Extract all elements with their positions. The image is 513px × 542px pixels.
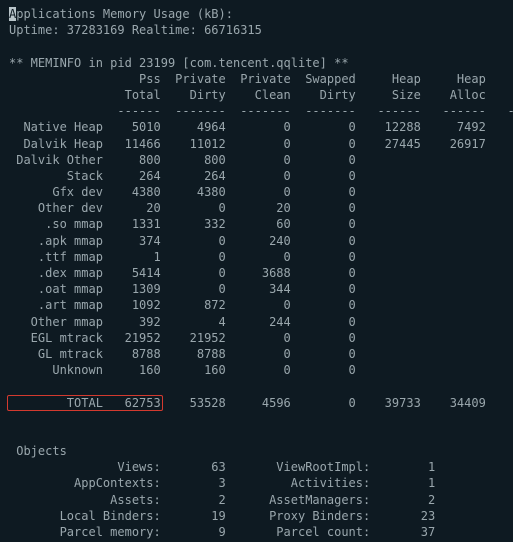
table-row: .art mmap 1092 872 0 0 — [9, 298, 513, 312]
objects-row: Assets: 2 AssetManagers: 2 — [9, 493, 435, 507]
meminfo-rows: Native Heap 5010 4964 0 0 12288 7492 479… — [9, 119, 504, 378]
meminfo-banner: ** MEMINFO in pid 23199 [com.tencent.qql… — [9, 56, 349, 70]
header-rule: ------ ------- ------- ------- ------ --… — [9, 104, 513, 118]
table-row: Dalvik Heap 11466 11012 0 0 27445 26917 … — [9, 137, 513, 151]
uptime-line: Uptime: 37283169 Realtime: 66716315 — [9, 23, 262, 37]
table-row: Dalvik Other 800 800 0 0 — [9, 153, 513, 167]
meminfo-total-row: TOTAL 62753 53528 4596 0 39733 34409 532… — [9, 395, 504, 411]
objects-row: Parcel memory: 9 Parcel count: 37 — [9, 525, 435, 539]
table-row: EGL mtrack 21952 21952 0 0 — [9, 331, 513, 345]
table-row: Other mmap 392 4 244 0 — [9, 315, 513, 329]
title-line: Applications Memory Usage (kB): — [9, 7, 233, 21]
objects-row: Views: 63 ViewRootImpl: 1 — [9, 460, 435, 474]
table-row: .so mmap 1331 332 60 0 — [9, 217, 513, 231]
table-row: Gfx dev 4380 4380 0 0 — [9, 185, 513, 199]
total-rest: 53528 4596 0 39733 34409 5323 — [161, 396, 513, 410]
objects-heading: Objects — [16, 444, 67, 458]
table-row: Other dev 20 0 20 0 — [9, 201, 513, 215]
table-row: .ttf mmap 1 0 0 0 — [9, 250, 513, 264]
terminal-screen[interactable]: Applications Memory Usage (kB): Uptime: … — [0, 0, 513, 542]
header-row-1: Pss Private Private Swapped Heap Heap He… — [9, 72, 513, 86]
header-row-2: Total Dirty Clean Dirty Size Alloc Free — [9, 88, 513, 102]
objects-row: AppContexts: 3 Activities: 1 — [9, 476, 435, 490]
table-row: GL mtrack 8788 8788 0 0 — [9, 347, 513, 361]
objects-rows: Views: 63 ViewRootImpl: 1 AppContexts: 3… — [9, 459, 504, 542]
table-row: Unknown 160 160 0 0 — [9, 363, 513, 377]
table-row: .oat mmap 1309 0 344 0 — [9, 282, 513, 296]
table-row: Native Heap 5010 4964 0 0 12288 7492 479… — [9, 120, 513, 134]
table-row: Stack 264 264 0 0 — [9, 169, 513, 183]
total-highlight: TOTAL 62753 — [7, 395, 163, 411]
objects-row: Local Binders: 19 Proxy Binders: 23 — [9, 509, 435, 523]
table-row: .apk mmap 374 0 240 0 — [9, 234, 513, 248]
table-row: .dex mmap 5414 0 3688 0 — [9, 266, 513, 280]
